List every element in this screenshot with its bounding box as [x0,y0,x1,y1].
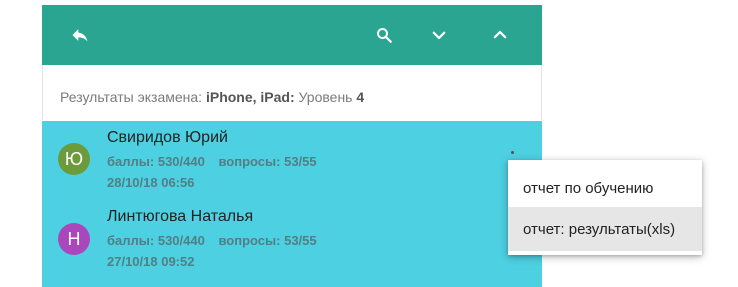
previous-button[interactable] [484,19,516,51]
exam-date: 27/10/18 09:52 [107,254,195,269]
exam-date: 28/10/18 06:56 [107,175,195,190]
exam-course: iPhone, iPad: [205,89,295,105]
toolbar [42,5,542,65]
menu-item-results-xls-report[interactable]: отчет: результаты(xls) [508,207,702,251]
student-stats: баллы: 530/440 вопросы: 53/55 [107,154,317,169]
questions-value: 53/55 [284,233,317,248]
exam-results-title: Результаты экзамена: iPhone, iPad: Урове… [60,89,364,105]
more-vert-icon [510,151,514,154]
reply-arrow-icon [70,25,90,45]
avatar: Ю [58,143,90,175]
questions-label: вопросы: [218,233,281,248]
menu-item-training-report[interactable]: отчет по обучению [508,166,702,210]
student-stats: баллы: 530/440 вопросы: 53/55 [107,233,317,248]
exam-results-header: Результаты экзамена: iPhone, iPad: Урове… [42,65,542,120]
results-list: Ю Свиридов Юрий баллы: 530/440 вопросы: … [42,121,542,287]
list-item[interactable]: Ю Свиридов Юрий баллы: 530/440 вопросы: … [42,121,542,201]
score-value: 530/440 [157,154,205,169]
score-label: баллы: [107,233,155,248]
avatar: Н [58,223,90,255]
questions-value: 53/55 [284,154,317,169]
list-item[interactable]: Н Линтюгова Наталья баллы: 530/440 вопро… [42,201,542,281]
context-menu: отчет по обучению отчет: результаты(xls) [508,160,702,255]
score-label: баллы: [107,154,155,169]
chevron-down-icon [430,26,448,44]
back-button[interactable] [64,19,96,51]
student-name: Линтюгова Наталья [107,208,254,225]
exam-level-value: 4 [356,89,365,105]
questions-label: вопросы: [218,154,281,169]
chevron-up-icon [491,26,509,44]
search-icon [375,26,393,44]
exam-level-label: Уровень [298,89,353,105]
exam-results-prefix: Результаты экзамена: [60,89,203,105]
student-name: Свиридов Юрий [107,129,228,146]
score-value: 530/440 [157,233,205,248]
next-button[interactable] [423,19,455,51]
results-panel: Результаты экзамена: iPhone, iPad: Урове… [42,5,542,287]
search-button[interactable] [368,19,400,51]
